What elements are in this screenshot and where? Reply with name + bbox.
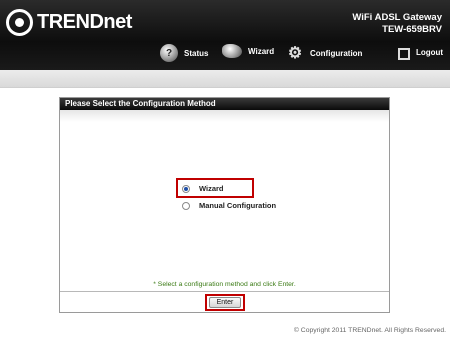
option-wizard-label: Wizard	[199, 184, 224, 193]
nav-configuration[interactable]: ⚙ Configuration	[286, 44, 363, 62]
nav-wizard[interactable]: Wizard	[222, 44, 274, 58]
option-manual-label: Manual Configuration	[199, 201, 277, 210]
status-icon: ?	[160, 44, 178, 62]
logout-icon	[398, 48, 410, 60]
option-wizard[interactable]: Wizard	[182, 184, 224, 193]
manual-radio[interactable]	[182, 201, 190, 210]
nav-configuration-label: Configuration	[310, 48, 363, 58]
instruction-text: * Select a configuration method and clic…	[153, 281, 296, 288]
enter-button[interactable]: Enter	[209, 297, 241, 308]
wizard-radio[interactable]	[182, 184, 190, 193]
product-name: WiFi ADSL Gateway	[352, 12, 442, 23]
nav-wizard-label: Wizard	[248, 46, 275, 56]
trendnet-logo: TRENDnet	[6, 8, 132, 36]
header-bar: TRENDnet WiFi ADSL Gateway TEW-659BRV ? …	[0, 0, 450, 70]
subheader-band	[0, 70, 450, 88]
logo-mark-icon	[6, 8, 33, 36]
model-info: WiFi ADSL Gateway TEW-659BRV	[352, 12, 442, 36]
brand-name: TRENDnet	[37, 10, 132, 33]
wizard-icon	[222, 44, 242, 58]
nav-status[interactable]: ? Status	[160, 44, 208, 62]
nav-logout-label: Logout	[416, 47, 444, 57]
top-nav: ? Status Wizard ⚙ Configuration Logout	[0, 44, 450, 64]
enter-highlight: Enter	[205, 294, 245, 311]
panel-title-shade	[60, 110, 389, 122]
configuration-icon: ⚙	[287, 45, 303, 62]
option-manual[interactable]: Manual Configuration	[182, 201, 276, 210]
model-number: TEW-659BRV	[382, 24, 442, 35]
panel-divider	[60, 291, 389, 292]
panel-title: Please Select the Configuration Method	[60, 98, 389, 110]
copyright-text: © Copyright 2011 TRENDnet. All Rights Re…	[293, 327, 446, 334]
config-method-panel: Please Select the Configuration Method W…	[59, 97, 390, 313]
nav-status-label: Status	[184, 48, 209, 58]
nav-logout[interactable]: Logout	[398, 44, 443, 60]
